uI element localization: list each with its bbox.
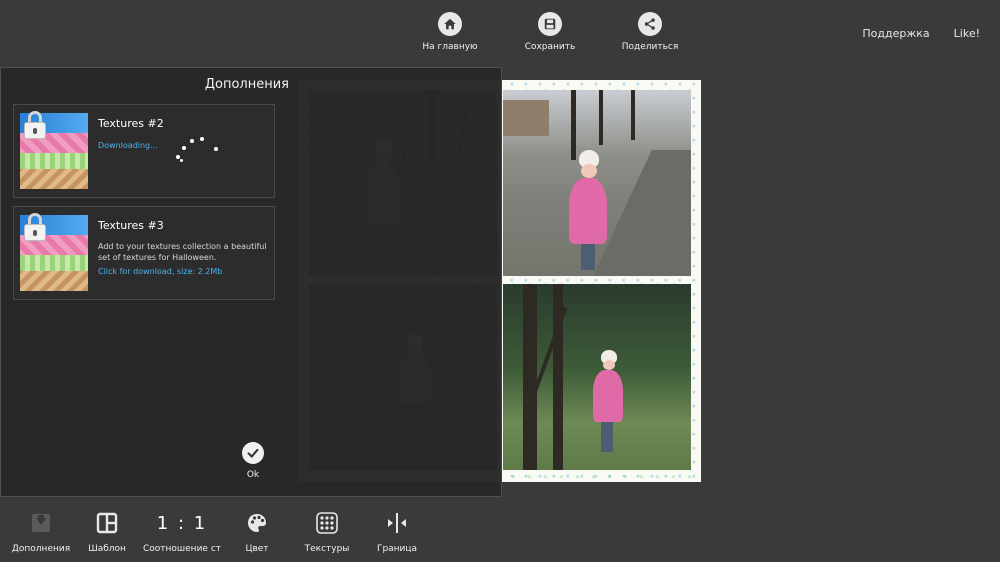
collage-photo-2[interactable] <box>503 90 691 276</box>
save-icon <box>538 12 562 36</box>
addon-textures-2[interactable]: Textures #2 Downloading... <box>13 104 275 198</box>
color-label: Цвет <box>245 544 269 554</box>
share-label: Поделиться <box>621 42 679 52</box>
color-button[interactable]: Цвет <box>224 500 290 562</box>
download-link[interactable]: Click for download, size: 2.2Mb <box>98 267 222 276</box>
ratio-button[interactable]: 1 : 1 Соотношение ст <box>140 500 224 562</box>
save-button[interactable]: Сохранить <box>500 12 600 52</box>
share-icon <box>638 12 662 36</box>
template-label: Шаблон <box>88 544 126 554</box>
ratio-label: Соотношение ст <box>142 544 222 554</box>
support-link[interactable]: Поддержка <box>862 27 929 40</box>
checkmark-icon <box>242 442 264 464</box>
addon-textures-3[interactable]: Textures #3 Add to your textures collect… <box>13 206 275 300</box>
panel-title: Дополнения <box>204 77 289 92</box>
addon-description: Add to your textures collection a beauti… <box>98 242 267 262</box>
share-button[interactable]: Поделиться <box>600 12 700 52</box>
border-button[interactable]: Граница <box>364 500 430 562</box>
textures-thumbnail <box>20 213 88 291</box>
palette-icon <box>245 511 269 535</box>
addons-download-icon <box>29 511 53 535</box>
addon-name: Textures #2 <box>98 117 164 130</box>
textures-label: Текстуры <box>304 544 350 554</box>
template-icon <box>95 511 119 535</box>
lock-icon <box>24 111 46 139</box>
home-icon <box>438 12 462 36</box>
ratio-value: 1 : 1 <box>156 512 208 534</box>
top-actions: На главную Сохранить Поделиться <box>400 12 700 52</box>
loading-spinner-icon <box>174 135 224 165</box>
ok-button[interactable]: Ok <box>241 442 265 480</box>
addon-status: Downloading... <box>98 141 158 150</box>
addon-name: Textures #3 <box>98 219 164 232</box>
bottom-toolbar: Дополнения Шаблон 1 : 1 Соотношение ст Ц… <box>0 500 1000 562</box>
like-link[interactable]: Like! <box>954 27 980 40</box>
ok-label: Ok <box>246 470 260 480</box>
home-button[interactable]: На главную <box>400 12 500 52</box>
addons-label: Дополнения <box>11 544 71 554</box>
textures-thumbnail <box>20 111 88 189</box>
textures-button[interactable]: Текстуры <box>290 500 364 562</box>
home-label: На главную <box>422 42 478 52</box>
ratio-icon: 1 : 1 <box>152 511 212 535</box>
collage-photo-4[interactable] <box>503 284 691 470</box>
top-right-links: Поддержка Like! <box>862 27 980 40</box>
template-button[interactable]: Шаблон <box>74 500 140 562</box>
addons-panel: Дополнения Textures #2 Downloading... Te… <box>0 67 502 497</box>
border-icon <box>385 511 409 535</box>
save-label: Сохранить <box>524 42 576 52</box>
addons-button[interactable]: Дополнения <box>8 500 74 562</box>
textures-icon <box>315 511 339 535</box>
border-label: Граница <box>376 544 418 554</box>
top-toolbar: На главную Сохранить Поделиться Поддержк… <box>0 0 1000 62</box>
lock-icon <box>24 213 46 241</box>
